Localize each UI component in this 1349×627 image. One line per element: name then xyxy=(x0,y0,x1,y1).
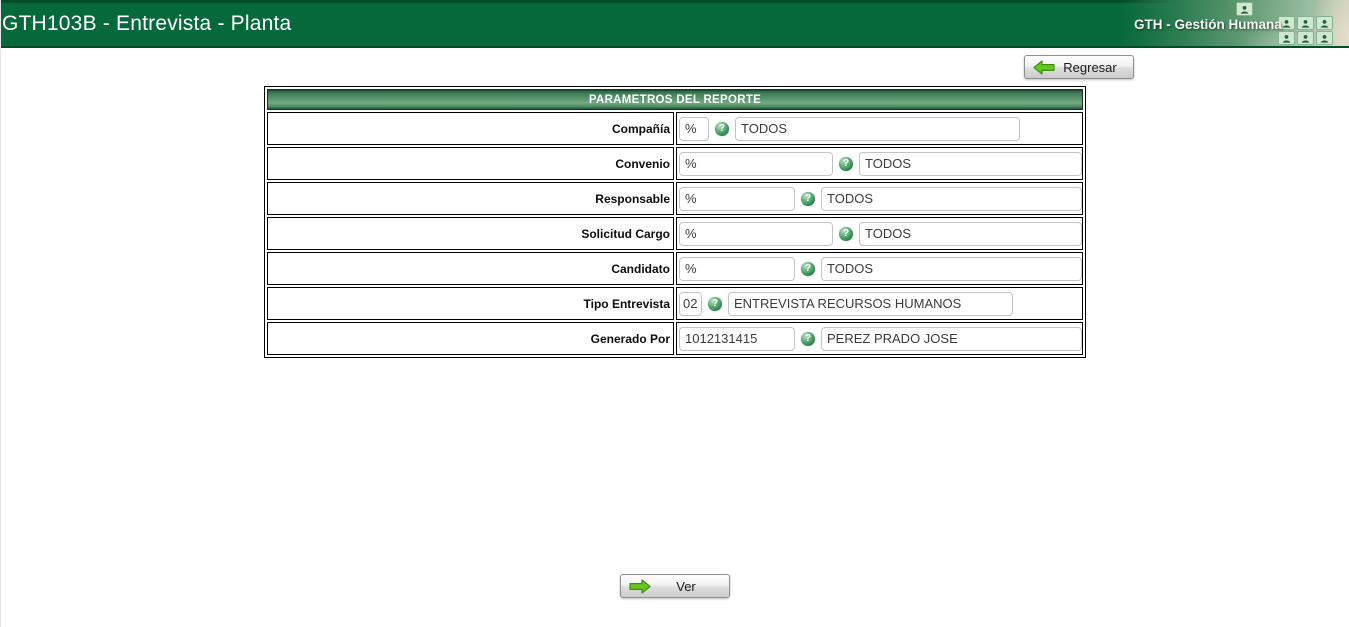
param-row-convenio: Convenio ? xyxy=(267,147,1083,180)
param-label-tipo-entrevista: Tipo Entrevista xyxy=(267,287,674,320)
candidato-desc-input[interactable] xyxy=(821,256,1082,281)
param-label-solicitud-cargo: Solicitud Cargo xyxy=(267,217,674,250)
generado-por-help-icon[interactable]: ? xyxy=(801,331,815,346)
generado-por-code-input[interactable] xyxy=(679,326,795,351)
page: GTH103B - Entrevista - Planta GTH - Gest… xyxy=(0,0,1349,627)
tipo-entrevista-code-input[interactable] xyxy=(679,291,702,316)
param-row-compania: Compañía ? xyxy=(267,112,1083,145)
view-button-label: Ver xyxy=(676,578,696,594)
param-row-responsable: Responsable ? xyxy=(267,182,1083,215)
view-button[interactable]: Ver xyxy=(620,574,730,598)
compania-help-icon[interactable]: ? xyxy=(715,121,729,136)
param-row-candidato: Candidato ? xyxy=(267,252,1083,285)
convenio-code-input[interactable] xyxy=(679,151,833,176)
solicitud-cargo-code-input[interactable] xyxy=(679,221,833,246)
generado-por-desc-input[interactable] xyxy=(821,326,1082,351)
responsable-desc-input[interactable] xyxy=(821,186,1082,211)
candidato-code-input[interactable] xyxy=(679,256,795,281)
responsable-code-input[interactable] xyxy=(679,186,795,211)
back-arrow-icon xyxy=(1033,59,1055,75)
person-tile-icon xyxy=(1316,31,1333,45)
tipo-entrevista-help-icon[interactable]: ? xyxy=(708,296,722,311)
candidato-help-icon[interactable]: ? xyxy=(801,261,815,276)
app-header: GTH103B - Entrevista - Planta GTH - Gest… xyxy=(1,0,1349,48)
responsable-help-icon[interactable]: ? xyxy=(801,191,815,206)
back-button-label: Regresar xyxy=(1063,59,1117,75)
param-row-solicitud-cargo: Solicitud Cargo ? xyxy=(267,217,1083,250)
tipo-entrevista-desc-input[interactable] xyxy=(728,291,1013,316)
page-title: GTH103B - Entrevista - Planta xyxy=(2,12,292,35)
view-arrow-icon xyxy=(629,578,651,594)
brand-label: GTH - Gestión Humana xyxy=(1134,17,1282,32)
param-label-generado-por: Generado Por xyxy=(267,322,674,355)
person-tile-icon xyxy=(1297,16,1314,30)
person-tile-icon xyxy=(1316,16,1333,30)
report-params-table: PARAMETROS DEL REPORTE Compañía ? Conven… xyxy=(264,86,1086,358)
person-tile-icon xyxy=(1236,2,1253,16)
solicitud-cargo-help-icon[interactable]: ? xyxy=(839,226,853,241)
table-title: PARAMETROS DEL REPORTE xyxy=(267,89,1083,110)
param-row-tipo-entrevista: Tipo Entrevista ? xyxy=(267,287,1083,320)
person-tile-icon xyxy=(1278,31,1295,45)
param-row-generado-por: Generado Por ? xyxy=(267,322,1083,355)
compania-desc-input[interactable] xyxy=(735,116,1020,141)
param-label-responsable: Responsable xyxy=(267,182,674,215)
param-label-convenio: Convenio xyxy=(267,147,674,180)
convenio-desc-input[interactable] xyxy=(859,151,1082,176)
param-label-compania: Compañía xyxy=(267,112,674,145)
solicitud-cargo-desc-input[interactable] xyxy=(859,221,1082,246)
back-button[interactable]: Regresar xyxy=(1024,55,1134,79)
brand-image: GTH - Gestión Humana xyxy=(1096,0,1349,46)
compania-code-input[interactable] xyxy=(679,116,709,141)
convenio-help-icon[interactable]: ? xyxy=(839,156,853,171)
param-label-candidato: Candidato xyxy=(267,252,674,285)
table-title-row: PARAMETROS DEL REPORTE xyxy=(267,89,1083,110)
person-tile-icon xyxy=(1297,31,1314,45)
